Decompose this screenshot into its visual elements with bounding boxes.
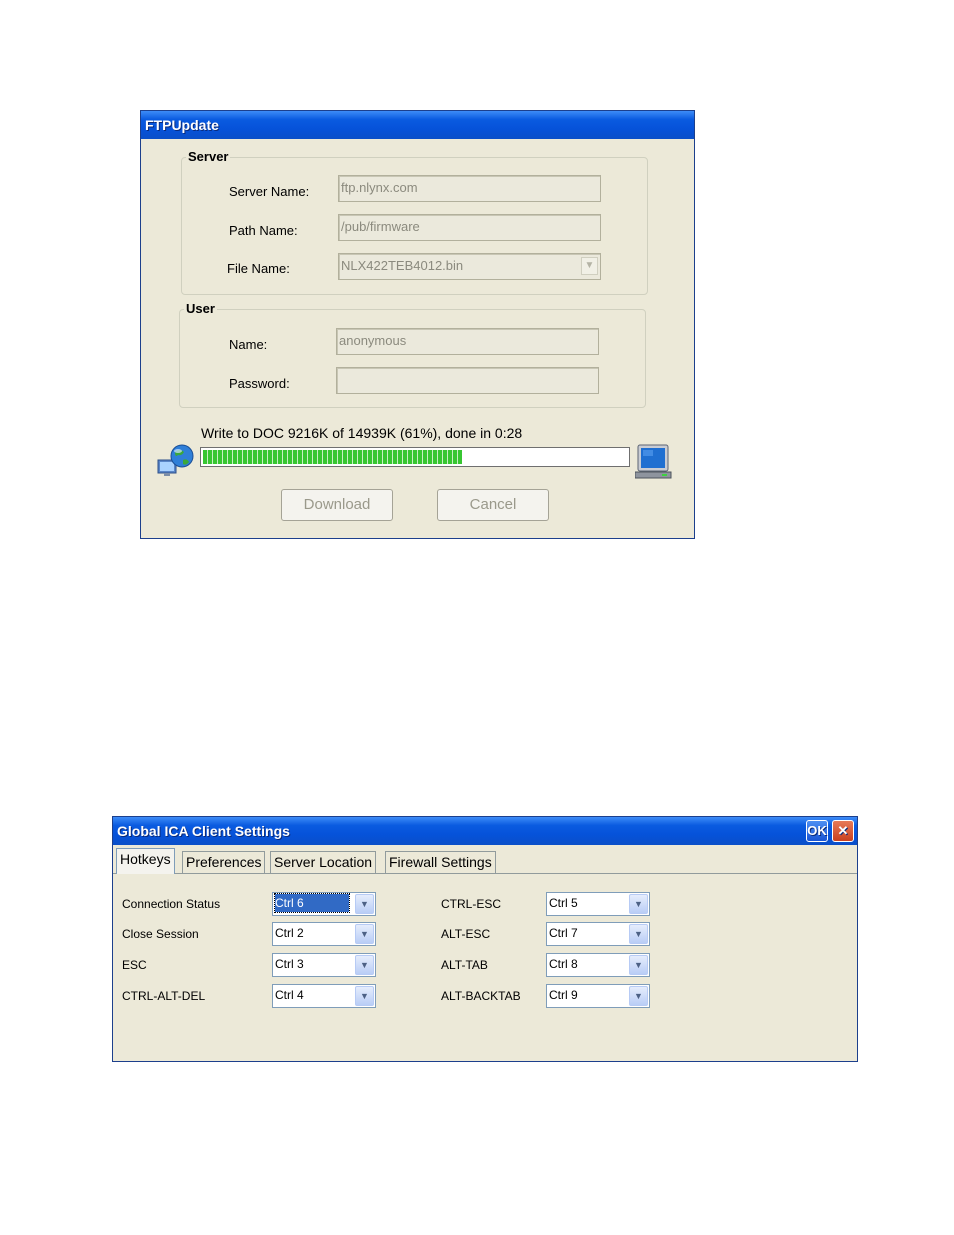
server-group-label: Server: [186, 149, 231, 165]
hotkey-combo-esc[interactable]: Ctrl 3 ▼: [272, 953, 376, 977]
path-name-field[interactable]: /pub/firmware: [338, 214, 601, 241]
user-group-label: User: [184, 301, 217, 317]
hotkey-label-alt-backtab: ALT-BACKTAB: [441, 989, 521, 1003]
progress-fill: [203, 450, 462, 464]
chevron-down-icon[interactable]: ▼: [355, 955, 374, 975]
close-icon[interactable]: ✕: [832, 820, 854, 842]
hotkey-label-close-session: Close Session: [122, 927, 199, 941]
server-name-field[interactable]: ftp.nlynx.com: [338, 175, 601, 202]
path-name-label: Path Name:: [229, 223, 298, 238]
file-name-label: File Name:: [227, 261, 290, 276]
hotkey-combo-connection-status[interactable]: Ctrl 6 ▼: [272, 892, 376, 916]
chevron-down-icon[interactable]: ▼: [629, 894, 648, 914]
user-name-label: Name:: [229, 337, 268, 352]
ok-button[interactable]: OK: [806, 820, 828, 842]
hotkey-label-ctrl-alt-del: CTRL-ALT-DEL: [122, 989, 206, 1003]
hotkey-value: Ctrl 3: [275, 957, 304, 971]
hotkey-label-esc: ESC: [122, 958, 147, 972]
ica-title-bar[interactable]: Global ICA Client Settings OK ✕: [113, 817, 857, 845]
ica-window-title: Global ICA Client Settings: [117, 823, 290, 839]
hotkey-value: Ctrl 8: [549, 957, 578, 971]
hotkey-value: Ctrl 5: [549, 896, 578, 910]
hotkey-label-ctrl-esc: CTRL-ESC: [441, 897, 502, 911]
tab-preferences[interactable]: Preferences: [182, 851, 266, 873]
cancel-button[interactable]: Cancel: [437, 489, 549, 521]
chevron-down-icon[interactable]: ▼: [629, 924, 648, 944]
hotkey-label-alt-esc: ALT-ESC: [441, 927, 491, 941]
file-name-combo[interactable]: NLX422TEB4012.bin ▼: [338, 253, 601, 280]
hotkey-value: Ctrl 9: [549, 988, 578, 1002]
tab-hotkeys[interactable]: Hotkeys: [116, 848, 175, 874]
password-field[interactable]: [336, 367, 599, 394]
chevron-down-icon[interactable]: ▼: [581, 257, 598, 275]
tab-server-location[interactable]: Server Location: [270, 851, 377, 873]
hotkey-label-alt-tab: ALT-TAB: [441, 958, 488, 972]
file-name-value: NLX422TEB4012.bin: [341, 258, 464, 273]
chevron-down-icon[interactable]: ▼: [355, 986, 374, 1006]
password-label: Password:: [229, 376, 290, 391]
server-name-label: Server Name:: [229, 184, 310, 199]
hotkey-value: Ctrl 7: [549, 926, 578, 940]
transfer-progress-bar: [200, 447, 630, 467]
chevron-down-icon[interactable]: ▼: [355, 894, 374, 914]
ftp-update-window: FTPUpdate Server Server Name: ftp.nlynx.…: [140, 110, 695, 539]
hotkey-value: Ctrl 6: [274, 893, 350, 913]
user-name-field[interactable]: anonymous: [336, 328, 599, 355]
hotkey-combo-alt-backtab[interactable]: Ctrl 9 ▼: [546, 984, 650, 1008]
computer-monitor-icon: [634, 443, 673, 481]
hotkey-combo-alt-esc[interactable]: Ctrl 7 ▼: [546, 922, 650, 946]
hotkey-combo-ctrl-alt-del[interactable]: Ctrl 4 ▼: [272, 984, 376, 1008]
ica-settings-window: Global ICA Client Settings OK ✕ Hotkeys …: [112, 816, 858, 1062]
network-globe-icon: [156, 442, 196, 482]
ftp-window-title: FTPUpdate: [145, 117, 219, 133]
tab-firewall-settings[interactable]: Firewall Settings: [385, 851, 496, 873]
download-button[interactable]: Download: [281, 489, 393, 521]
hotkey-combo-ctrl-esc[interactable]: Ctrl 5 ▼: [546, 892, 650, 916]
ftp-title-bar[interactable]: FTPUpdate: [141, 111, 694, 139]
transfer-status-text: Write to DOC 9216K of 14939K (61%), done…: [201, 425, 523, 441]
hotkey-value: Ctrl 4: [275, 988, 304, 1002]
hotkey-value: Ctrl 2: [275, 926, 304, 940]
chevron-down-icon[interactable]: ▼: [629, 986, 648, 1006]
chevron-down-icon[interactable]: ▼: [355, 924, 374, 944]
hotkey-label-connection-status: Connection Status: [122, 897, 221, 911]
hotkey-combo-close-session[interactable]: Ctrl 2 ▼: [272, 922, 376, 946]
chevron-down-icon[interactable]: ▼: [629, 955, 648, 975]
hotkey-combo-alt-tab[interactable]: Ctrl 8 ▼: [546, 953, 650, 977]
hotkeys-panel: Connection Status Ctrl 6 ▼ Close Session…: [113, 873, 857, 1060]
